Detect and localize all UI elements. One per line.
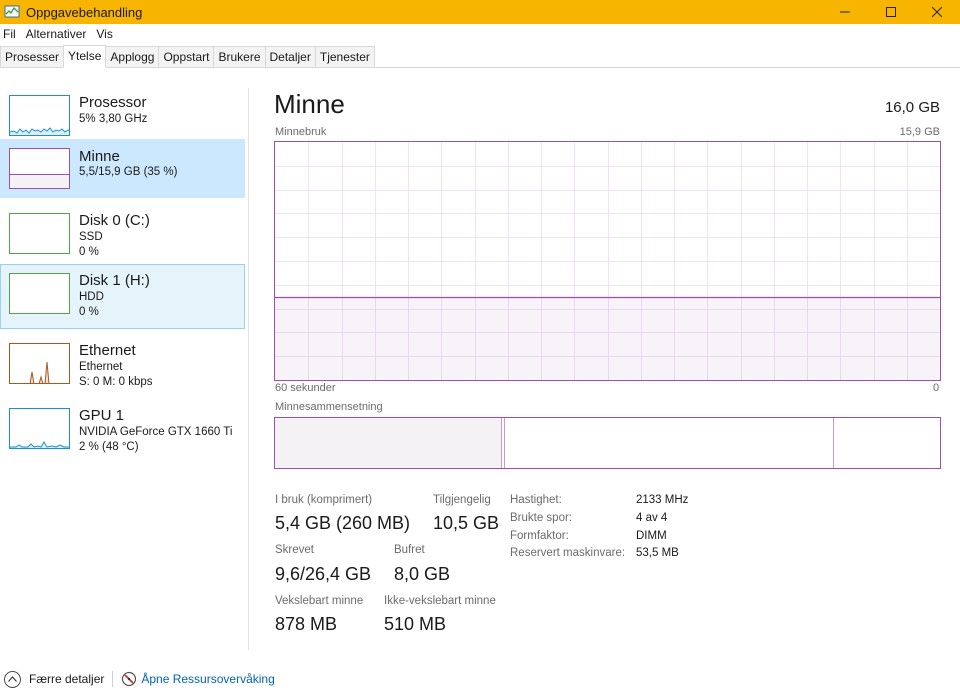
resource-disk-0[interactable]: Disk 0 (C:) SSD 0 % [0,204,245,268]
maximize-button[interactable] [868,0,914,24]
window-title: Oppgavebehandling [26,4,143,20]
resource-name: Minne [79,148,120,165]
resource-sub: NVIDIA GeForce GTX 1660 Ti [79,426,233,438]
ethernet-thumbnail [9,343,70,384]
close-icon [932,7,942,17]
spec-speed-label: Hastighet: [510,494,562,506]
resource-sub: 2 % (48 °C) [79,441,139,453]
composition-divider [833,418,834,468]
stat-in-use-value: 5,4 GB (260 MB) [275,513,411,533]
stat-paged-label: Vekslebart minne [275,595,364,607]
stat-paged-value: 878 MB [275,614,338,634]
usage-graph-label: Minnebruk [275,126,327,138]
stat-cached-label: Bufret [394,544,425,556]
chevron-up-icon [4,670,21,688]
maximize-icon [886,7,896,17]
fewer-details-label: Færre detaljer [29,672,105,686]
composition-divider [501,418,502,468]
tab-startup[interactable]: Oppstart [158,46,215,67]
cpu-thumbnail [9,95,70,136]
tab-bar: Prosesser Ytelse Applogg Oppstart Bruker… [0,45,960,68]
fewer-details-button[interactable]: Færre detaljer [4,670,105,688]
tab-services[interactable]: Tjenester [314,46,375,67]
stat-cached-value: 8,0 GB [394,564,451,584]
stat-nonpaged-label: Ikke-vekslebart minne [384,595,496,607]
resource-sub: SSD [79,231,103,243]
tab-processes[interactable]: Prosesser [0,46,65,67]
resource-sub: 5% 3,80 GHz [79,113,148,125]
composition-in-use [275,418,501,468]
stat-in-use-label: I bruk (komprimert) [275,494,373,506]
disk-0-thumbnail [9,213,70,254]
resource-name: Disk 0 (C:) [79,212,150,229]
total-memory: 16,0 GB [884,99,940,116]
graph-time-left: 60 sekunder [275,382,336,394]
spec-reserved-label: Reservert maskinvare: [510,547,626,559]
stat-committed-value: 9,6/26,4 GB [275,564,372,584]
resource-monitor-icon [121,671,137,687]
tab-app-history[interactable]: Applogg [105,46,160,67]
tab-performance[interactable]: Ytelse [63,45,107,68]
tab-users[interactable]: Brukere [213,46,266,67]
resource-memory[interactable]: Minne 5,5/15,9 GB (35 %) [0,139,245,198]
resource-name: Ethernet [79,342,136,359]
disk-1-thumbnail [9,273,70,314]
panel-divider [248,88,249,650]
resource-name: Disk 1 (H:) [79,272,150,289]
usage-area [275,297,940,380]
bottom-separator [112,671,114,687]
spec-slots-label: Brukte spor: [510,512,572,524]
spec-form-factor-value: DIMM [636,530,667,542]
memory-usage-chart [275,142,940,380]
composition-divider [504,418,505,468]
minimize-icon [840,11,850,13]
spec-reserved-value: 53,5 MB [636,547,679,559]
memory-composition-bar [274,417,941,469]
spec-speed-value: 2133 MHz [636,494,689,506]
tab-details[interactable]: Detaljer [264,46,316,67]
resource-sub: 5,5/15,9 GB (35 %) [79,166,178,178]
resource-name: GPU 1 [79,407,125,424]
task-manager-icon [4,4,20,20]
graph-time-right: 0 [933,382,940,394]
title-bar: Oppgavebehandling [0,0,960,24]
menu-file[interactable]: Fil [0,27,21,41]
composition-label: Minnesammensetning [275,401,383,413]
spec-slots-value: 4 av 4 [636,512,668,524]
menu-bar: Fil Alternativer Vis [0,24,960,44]
resource-sub: Ethernet [79,361,123,373]
gpu-thumbnail [9,408,70,449]
menu-view[interactable]: Vis [91,27,117,41]
resource-sub: 0 % [79,246,99,258]
resource-monitor-link[interactable]: Åpne Ressursovervåking [121,671,275,687]
minimize-button[interactable] [822,0,868,24]
resource-sub: HDD [79,291,104,303]
memory-thumbnail [9,148,70,189]
stat-nonpaged-value: 510 MB [384,614,447,634]
resource-name: Prosessor [79,94,147,111]
stat-committed-label: Skrevet [275,544,314,556]
stat-available-label: Tilgjengelig [433,494,491,506]
resource-sub: S: 0 M: 0 kbps [79,376,153,388]
page-title: Minne [274,89,345,119]
stat-available-value: 10,5 GB [433,513,500,533]
resource-list: Prosessor 5% 3,80 GHz Minne 5,5/15,9 GB … [0,80,246,650]
menu-options[interactable]: Alternativer [21,27,92,41]
usage-graph-max: 15,9 GB [899,126,940,138]
close-button[interactable] [914,0,960,24]
resource-gpu-1[interactable]: GPU 1 NVIDIA GeForce GTX 1660 Ti 2 % (48… [0,399,245,463]
resource-sub: 0 % [79,306,99,318]
spec-form-factor-label: Formfaktor: [510,530,569,542]
resource-monitor-label: Åpne Ressursovervåking [141,672,275,686]
resource-ethernet[interactable]: Ethernet Ethernet S: 0 M: 0 kbps [0,334,245,398]
bottom-bar: Færre detaljer Åpne Ressursovervåking [0,667,960,691]
resource-disk-1[interactable]: Disk 1 (H:) HDD 0 % [0,264,245,329]
memory-usage-graph [274,141,941,381]
